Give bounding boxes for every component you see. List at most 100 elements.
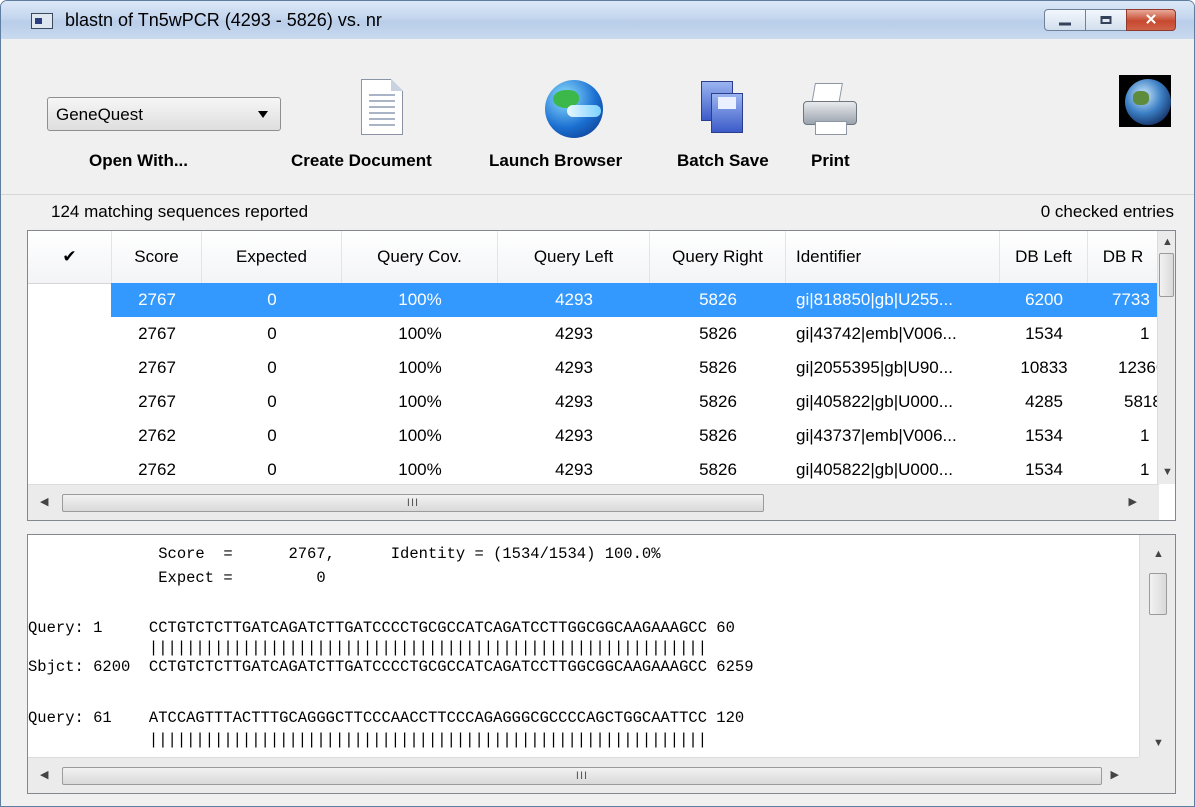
close-icon: ✕ (1144, 11, 1158, 29)
cell-expected: 0 (267, 460, 277, 479)
app-icon (31, 13, 53, 29)
scroll-up-arrow-icon[interactable]: ▲ (1162, 237, 1173, 248)
create-document-button[interactable]: Create Document (291, 151, 432, 171)
column-header-expected[interactable]: Expected (202, 231, 342, 283)
cell-query-left: 4293 (555, 392, 593, 411)
batch-save-icon[interactable] (701, 81, 745, 135)
checked-entries-text: 0 checked entries (1040, 202, 1174, 221)
column-header-query-left[interactable]: Query Left (498, 231, 650, 283)
window-title: blastn of Tn5wPCR (4293 - 5826) vs. nr (65, 10, 382, 30)
scroll-down-arrow-icon[interactable]: ▼ (1153, 738, 1164, 749)
cell-query-cov: 100% (398, 460, 442, 479)
cell-query-left: 4293 (555, 358, 593, 377)
cell-expected: 0 (267, 426, 277, 445)
scroll-right-arrow-icon[interactable]: ▶ (1129, 497, 1137, 508)
alignment-score-line: Score = 2767, Identity = (1534/1534) 100… (28, 545, 661, 563)
alignment-query-line: Query: 1 CCTGTCTCTTGATCAGATCTTGATCCCCTGC… (28, 619, 735, 637)
alignment-match-bars: ||||||||||||||||||||||||||||||||||||||||… (28, 639, 708, 657)
cell-identifier: gi|405822|gb|U000... (796, 460, 953, 479)
cell-expected: 0 (267, 290, 277, 309)
cell-db-left: 6200 (1025, 290, 1063, 309)
title-bar[interactable]: blastn of Tn5wPCR (4293 - 5826) vs. nr ✕ (1, 1, 1194, 39)
cell-db-left: 1534 (1025, 324, 1063, 343)
earth-icon (1119, 75, 1171, 127)
column-header-db-left[interactable]: DB Left (1000, 231, 1088, 283)
print-button[interactable]: Print (811, 151, 850, 171)
scroll-left-arrow-icon[interactable]: ◀ (40, 497, 48, 508)
table-horizontal-scrollbar[interactable]: ◀ III ▶ (28, 484, 1159, 520)
cell-query-cov: 100% (398, 290, 442, 309)
results-table: ✔ Score Expected Query Cov. Query Left Q… (27, 230, 1176, 521)
minimize-icon (1059, 22, 1071, 26)
cell-query-left: 4293 (555, 426, 593, 445)
maximize-icon (1100, 16, 1112, 24)
open-with-dropdown[interactable]: GeneQuest (47, 97, 281, 131)
cell-db-right: 12366 (1118, 358, 1159, 377)
cell-query-right: 5826 (699, 392, 737, 411)
alignment-view: Score = 2767, Identity = (1534/1534) 100… (27, 534, 1176, 794)
cell-query-left: 4293 (555, 324, 593, 343)
scroll-thumb[interactable] (1159, 253, 1174, 297)
scroll-grip: III (406, 497, 420, 509)
resize-grip-icon[interactable] (1139, 757, 1175, 793)
scroll-up-arrow-icon[interactable]: ▲ (1153, 549, 1164, 560)
scroll-thumb[interactable]: III (62, 494, 764, 512)
cell-query-left: 4293 (555, 460, 593, 479)
scroll-left-arrow-icon[interactable]: ◀ (40, 770, 48, 781)
cell-query-right: 5826 (699, 460, 737, 479)
cell-expected: 0 (267, 358, 277, 377)
document-icon[interactable] (361, 79, 403, 135)
table-row[interactable]: 2767 0 100% 4293 5826 gi|405822|gb|U000.… (28, 385, 1159, 419)
cell-query-right: 5826 (699, 426, 737, 445)
cell-query-right: 5826 (699, 358, 737, 377)
cell-expected: 0 (267, 392, 277, 411)
browser-globe-icon[interactable] (545, 80, 603, 138)
table-row[interactable]: 2767 0 100% 4293 5826 gi|2055395|gb|U90.… (28, 351, 1159, 385)
dropdown-arrow-icon (258, 111, 268, 118)
close-button[interactable]: ✕ (1126, 9, 1176, 31)
column-header-query-right[interactable]: Query Right (650, 231, 786, 283)
open-with-button[interactable]: Open With... (89, 151, 188, 171)
column-header-score[interactable]: Score (112, 231, 202, 283)
column-header-query-cov[interactable]: Query Cov. (342, 231, 498, 283)
cell-identifier: gi|43737|emb|V006... (796, 426, 957, 445)
cell-db-right: 1 (1140, 426, 1150, 445)
cell-db-right: 1 (1140, 324, 1150, 343)
printer-icon[interactable] (801, 83, 859, 135)
column-header-check[interactable]: ✔ (28, 231, 112, 283)
maximize-button[interactable] (1085, 9, 1127, 31)
blast-results-window: blastn of Tn5wPCR (4293 - 5826) vs. nr ✕… (0, 0, 1195, 807)
cell-identifier: gi|2055395|gb|U90... (796, 358, 953, 377)
alignment-expect-line: Expect = 0 (28, 569, 326, 587)
cell-score: 2767 (138, 324, 176, 343)
column-header-identifier[interactable]: Identifier (786, 231, 1000, 283)
scroll-thumb[interactable] (1149, 573, 1167, 615)
table-row[interactable]: 2767 0 100% 4293 5826 gi|43742|emb|V006.… (28, 317, 1159, 351)
open-with-value: GeneQuest (56, 105, 143, 124)
scroll-grip: III (575, 770, 589, 782)
table-row[interactable]: 2762 0 100% 4293 5826 gi|405822|gb|U000.… (28, 453, 1159, 487)
alignment-match-bars: ||||||||||||||||||||||||||||||||||||||||… (28, 731, 708, 749)
cell-identifier: gi|405822|gb|U000... (796, 392, 953, 411)
column-header-db-right[interactable]: DB R (1088, 231, 1159, 283)
cell-score: 2767 (138, 392, 176, 411)
launch-browser-button[interactable]: Launch Browser (489, 151, 622, 171)
alignment-vertical-scrollbar[interactable]: ▲ ▼ (1139, 535, 1175, 757)
minimize-button[interactable] (1044, 9, 1086, 31)
scroll-right-arrow-icon[interactable]: ▶ (1111, 770, 1119, 781)
cell-score: 2767 (138, 358, 176, 377)
table-row[interactable]: 2767 0 100% 4293 5826 gi|818850|gb|U255.… (28, 283, 1159, 317)
cell-db-left: 4285 (1025, 392, 1063, 411)
alignment-horizontal-scrollbar[interactable]: ◀ III ▶ (28, 757, 1141, 793)
table-row[interactable]: 2762 0 100% 4293 5826 gi|43737|emb|V006.… (28, 419, 1159, 453)
scroll-thumb[interactable]: III (62, 767, 1102, 785)
table-vertical-scrollbar[interactable]: ▲ ▼ (1157, 231, 1175, 484)
cell-query-right: 5826 (699, 324, 737, 343)
cell-db-left: 10833 (1020, 358, 1068, 377)
scroll-down-arrow-icon[interactable]: ▼ (1162, 467, 1173, 478)
cell-query-cov: 100% (398, 426, 442, 445)
batch-save-button[interactable]: Batch Save (677, 151, 769, 171)
cell-score: 2762 (138, 460, 176, 479)
cell-db-right: 5818 (1124, 392, 1159, 411)
status-bar: 124 matching sequences reported 0 checke… (1, 194, 1194, 228)
